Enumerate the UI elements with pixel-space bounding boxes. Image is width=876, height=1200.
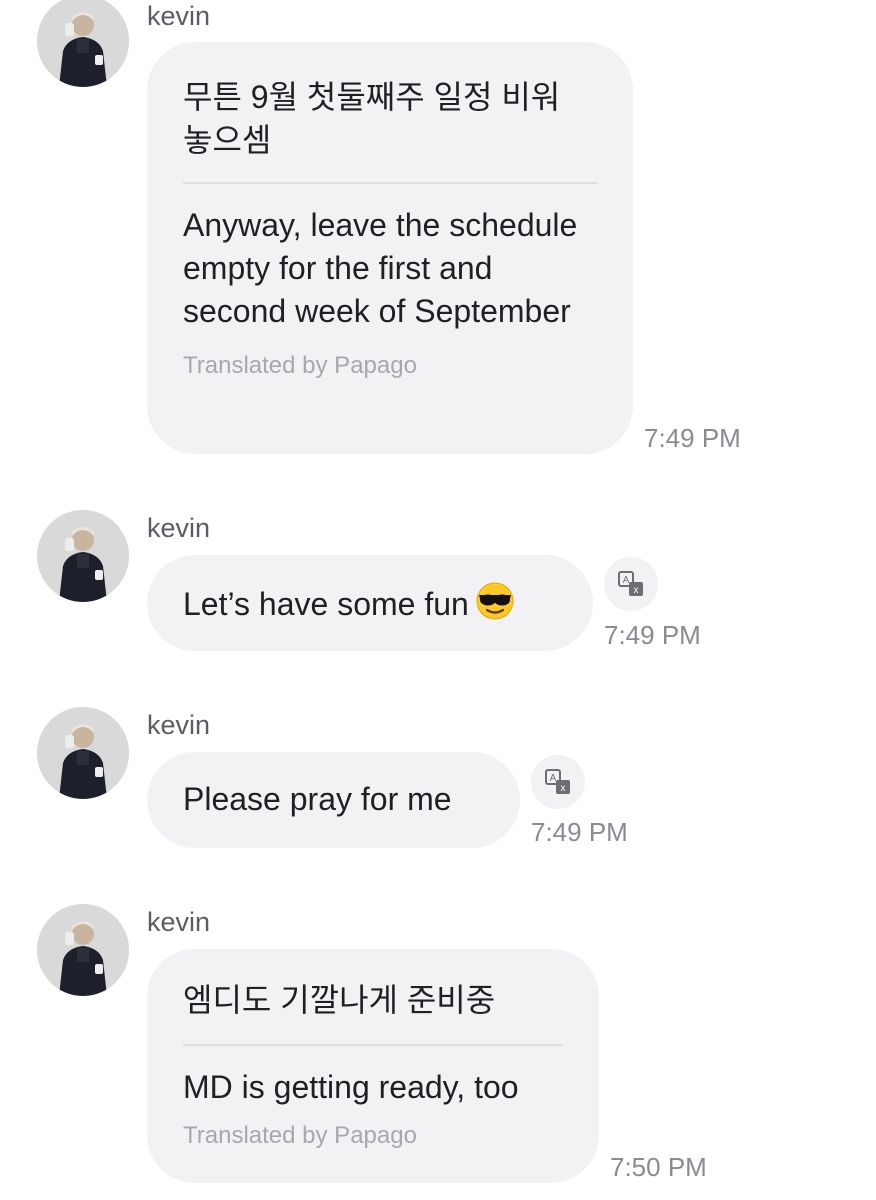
translated-text: MD is getting ready, too — [183, 1069, 519, 1105]
avatar-image — [37, 510, 129, 602]
original-text: 무튼 9월 첫둘째주 일정 비워 놓으셈 — [183, 79, 561, 158]
message-text: Let’s have some fun — [183, 586, 469, 622]
message-bubble[interactable]: Please pray for me — [147, 752, 520, 848]
svg-text:A: A — [550, 773, 557, 784]
translation-divider — [183, 182, 597, 184]
message-4: kevin 엠디도 기깔나게 준비중 MD is getting ready, … — [0, 904, 876, 1200]
svg-text:A: A — [623, 575, 630, 586]
sender-name: kevin — [147, 513, 211, 543]
avatar[interactable] — [37, 510, 129, 602]
translate-button[interactable]: A x — [531, 755, 585, 809]
translate-icon: A x — [618, 571, 643, 596]
sender-name: kevin — [147, 710, 211, 740]
sender-name: kevin — [147, 907, 211, 937]
translation-credit: Translated by Papago — [183, 1122, 417, 1149]
translate-icon: A x — [545, 769, 570, 794]
avatar[interactable] — [37, 904, 129, 996]
translate-button[interactable]: A x — [604, 557, 658, 611]
message-3: kevin Please pray for me A x 7:49 PM — [0, 707, 876, 857]
message-bubble[interactable]: Let’s have some fun — [147, 555, 593, 651]
sunglasses-emoji-icon — [475, 581, 515, 626]
svg-text:x: x — [634, 585, 639, 596]
message-bubble[interactable]: 엠디도 기깔나게 준비중 MD is getting ready, too Tr… — [147, 949, 599, 1183]
timestamp: 7:49 PM — [604, 620, 701, 650]
avatar-image — [37, 0, 129, 87]
translated-text: Anyway, leave the schedule empty for the… — [183, 207, 578, 329]
timestamp: 7:49 PM — [644, 423, 741, 453]
sender-name: kevin — [147, 1, 211, 31]
message-1: kevin 무튼 9월 첫둘째주 일정 비워 놓으셈 Anyway, leave… — [0, 0, 876, 470]
avatar-image — [37, 707, 129, 799]
avatar-image — [37, 904, 129, 996]
avatar[interactable] — [37, 0, 129, 87]
timestamp: 7:50 PM — [610, 1152, 707, 1182]
avatar[interactable] — [37, 707, 129, 799]
translation-divider — [183, 1044, 563, 1046]
message-2: kevin Let’s have some fun A x 7:49 PM — [0, 510, 876, 660]
translation-credit: Translated by Papago — [183, 352, 417, 379]
original-text: 엠디도 기깔나게 준비중 — [183, 982, 496, 1018]
message-text: Please pray for me — [183, 781, 452, 817]
svg-text:x: x — [561, 783, 566, 794]
message-bubble[interactable]: 무튼 9월 첫둘째주 일정 비워 놓으셈 Anyway, leave the s… — [147, 42, 633, 454]
timestamp: 7:49 PM — [531, 817, 628, 847]
